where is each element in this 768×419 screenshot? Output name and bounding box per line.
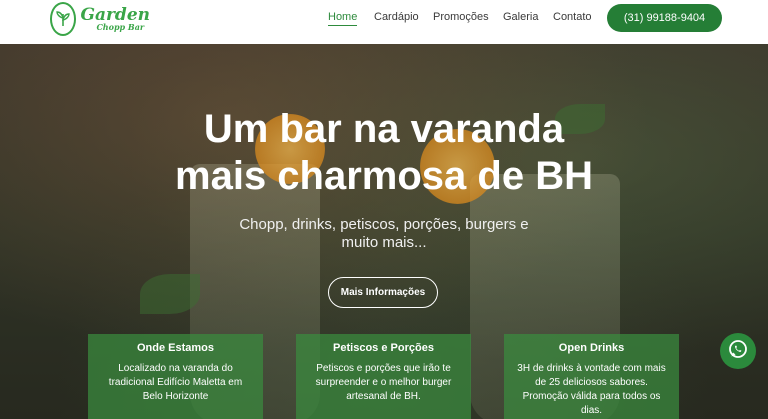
card-onde-estamos: Onde Estamos Localizado na varanda do tr…: [88, 334, 263, 419]
card-title: Petiscos e Porções: [333, 342, 434, 354]
hero-section: Um bar na varanda mais charmosa de BH Ch…: [0, 44, 768, 419]
card-title: Open Drinks: [558, 342, 625, 354]
hero-title: Um bar na varanda mais charmosa de BH: [0, 106, 768, 200]
nav-promocoes[interactable]: Promoções: [433, 11, 489, 23]
card-title: Onde Estamos: [136, 342, 215, 354]
nav-contato[interactable]: Contato: [553, 11, 592, 23]
site-header: Garden Chopp Bar Home Cardápio Promoções…: [0, 0, 768, 44]
nav-home[interactable]: Home: [328, 11, 358, 26]
hero-title-line2: mais charmosa de BH: [175, 154, 593, 198]
mint-leaf-image: [140, 274, 200, 314]
main-nav: Home Cardápio Promoções Galeria Contato …: [0, 0, 768, 36]
hero-title-line1: Um bar na varanda: [203, 107, 565, 151]
whatsapp-icon: [727, 338, 749, 365]
whatsapp-button[interactable]: [720, 333, 756, 369]
hero-subtitle: Chopp, drinks, petiscos, porções, burger…: [239, 216, 529, 251]
phone-button[interactable]: (31) 99188-9404: [607, 4, 722, 32]
card-text: Localizado na varanda do tradicional Edi…: [108, 363, 243, 402]
card-open-drinks: Open Drinks 3H de drinks à vontade com m…: [504, 334, 679, 419]
more-info-button[interactable]: Mais Informações: [328, 277, 438, 308]
card-text: 3H de drinks à vontade com mais de 25 de…: [517, 363, 666, 416]
nav-cardapio[interactable]: Cardápio: [374, 11, 419, 23]
card-text: Petiscos e porções que irão te surpreend…: [315, 363, 452, 402]
card-petiscos: Petiscos e Porções Petiscos e porções qu…: [296, 334, 471, 419]
nav-galeria[interactable]: Galeria: [503, 11, 538, 23]
